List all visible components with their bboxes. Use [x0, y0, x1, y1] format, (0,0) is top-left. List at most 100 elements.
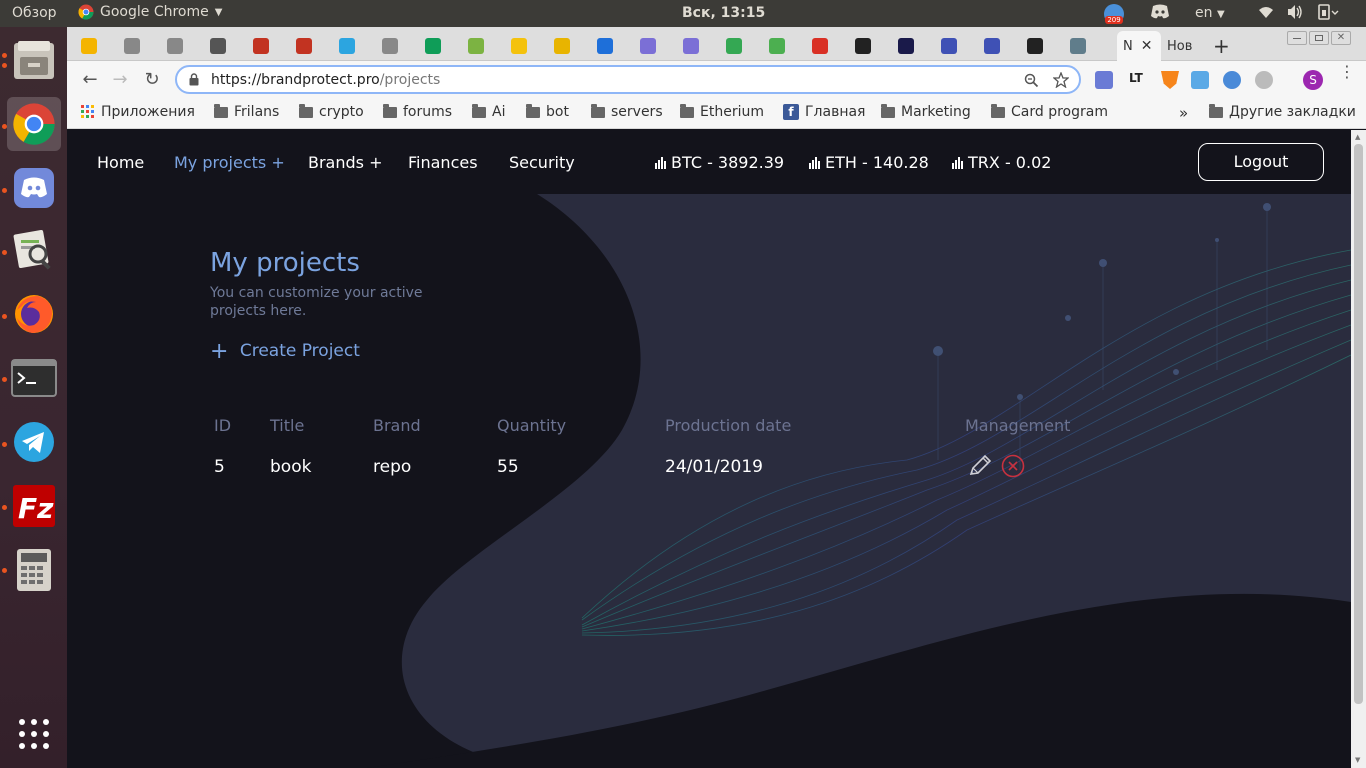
- minimize-icon[interactable]: [1287, 31, 1307, 45]
- scroll-up-icon[interactable]: ▲: [1355, 133, 1360, 141]
- bookmark-apps[interactable]: Приложения: [81, 104, 195, 120]
- telegram-icon[interactable]: [7, 415, 61, 469]
- files-icon[interactable]: [7, 33, 61, 87]
- favicon-icon: [941, 38, 957, 54]
- bookmark-folder[interactable]: crypto: [299, 103, 364, 120]
- discord-tray-icon[interactable]: [1150, 4, 1170, 24]
- tab-pinned[interactable]: [1064, 31, 1100, 61]
- tab-pinned[interactable]: [849, 31, 885, 61]
- keyboard-layout[interactable]: en ▼: [1195, 5, 1225, 21]
- toolbar: ← → ↻ https://brandprotect.pro/projects …: [67, 61, 1366, 98]
- tab-pinned[interactable]: [978, 31, 1014, 61]
- maximize-icon[interactable]: [1309, 31, 1329, 45]
- bookmark-folder[interactable]: Marketing: [881, 103, 971, 120]
- bookmark-folder[interactable]: Card program: [991, 103, 1108, 120]
- bookmark-folder[interactable]: Frilans: [214, 103, 279, 120]
- tab-pinned[interactable]: [634, 31, 670, 61]
- profile-avatar[interactable]: S: [1303, 70, 1323, 90]
- metamask-icon[interactable]: [1161, 71, 1179, 89]
- bookmark-star-icon[interactable]: [1053, 72, 1069, 88]
- nav-home[interactable]: Home: [97, 153, 144, 172]
- tab-new-tab[interactable]: Нов: [1165, 31, 1205, 61]
- filezilla-icon[interactable]: Fz: [7, 479, 61, 533]
- new-tab-icon[interactable]: +: [1213, 31, 1230, 61]
- extension-icon[interactable]: [1191, 71, 1209, 89]
- page-viewport: Home My projects + Brands + Finances Sec…: [67, 130, 1351, 768]
- discord-launcher-icon[interactable]: [7, 161, 61, 215]
- bookmark-folder[interactable]: servers: [591, 103, 663, 120]
- close-tab-icon[interactable]: ✕: [1141, 38, 1153, 54]
- tab-pinned[interactable]: [505, 31, 541, 61]
- volume-icon[interactable]: [1286, 4, 1304, 24]
- tab-pinned[interactable]: [118, 31, 154, 61]
- clock[interactable]: Вск, 13:15: [682, 5, 765, 21]
- tab-active[interactable]: N ✕: [1117, 31, 1161, 61]
- tab-pinned[interactable]: [419, 31, 455, 61]
- tab-pinned[interactable]: [75, 31, 111, 61]
- chrome-launcher-icon[interactable]: [7, 97, 61, 151]
- tab-strip: N ✕ Нов + ✕: [67, 27, 1366, 61]
- bookmark-folder[interactable]: bot: [526, 103, 569, 120]
- tab-pinned[interactable]: [204, 31, 240, 61]
- tab-pinned[interactable]: [548, 31, 584, 61]
- logout-button[interactable]: Logout: [1198, 143, 1324, 181]
- calculator-icon[interactable]: [7, 543, 61, 597]
- tab-pinned[interactable]: [677, 31, 713, 61]
- col-brand: Brand: [373, 416, 421, 435]
- page-title: My projects: [210, 248, 360, 278]
- nav-my-projects[interactable]: My projects +: [174, 153, 285, 172]
- nav-security[interactable]: Security: [509, 153, 575, 172]
- forward-icon[interactable]: →: [109, 69, 131, 91]
- translate-extension-icon[interactable]: [1095, 71, 1113, 89]
- nav-finances[interactable]: Finances: [408, 153, 478, 172]
- log-viewer-icon[interactable]: [7, 223, 61, 277]
- back-icon[interactable]: ←: [79, 69, 101, 91]
- edit-pencil-icon[interactable]: [967, 453, 993, 479]
- create-project-button[interactable]: + Create Project: [210, 339, 360, 364]
- tab-title: N: [1123, 38, 1133, 54]
- lt-extension-icon[interactable]: LT: [1129, 71, 1143, 85]
- system-menu-icon[interactable]: [1316, 4, 1340, 24]
- activities-button[interactable]: Обзор: [12, 5, 57, 21]
- tab-pinned[interactable]: [376, 31, 412, 61]
- firefox-icon[interactable]: [7, 287, 61, 341]
- lock-icon[interactable]: [189, 73, 199, 86]
- app-menu[interactable]: Google Chrome ▼: [78, 4, 222, 20]
- bookmark-folder[interactable]: Ai: [472, 103, 505, 120]
- tab-pinned[interactable]: [806, 31, 842, 61]
- bookmarks-overflow[interactable]: »: [1179, 104, 1188, 122]
- show-applications-icon[interactable]: [7, 707, 61, 761]
- tab-pinned[interactable]: [247, 31, 283, 61]
- tab-pinned[interactable]: [290, 31, 326, 61]
- delete-icon[interactable]: [1001, 454, 1025, 478]
- bookmark-folder[interactable]: Etherium: [680, 103, 764, 120]
- tab-pinned[interactable]: [462, 31, 498, 61]
- ticker-btc: BTC - 3892.39: [655, 153, 784, 172]
- nav-brands[interactable]: Brands +: [308, 153, 382, 172]
- tab-pinned[interactable]: [720, 31, 756, 61]
- tab-pinned[interactable]: [763, 31, 799, 61]
- favicon-icon: [296, 38, 312, 54]
- tab-pinned[interactable]: [892, 31, 928, 61]
- reload-icon[interactable]: ↻: [141, 69, 163, 91]
- tab-pinned[interactable]: [591, 31, 627, 61]
- zoom-icon[interactable]: [1024, 73, 1039, 88]
- page-scrollbar[interactable]: ▲ ▼: [1351, 130, 1366, 768]
- menu-icon[interactable]: ⋮: [1339, 64, 1355, 80]
- tab-pinned[interactable]: [333, 31, 369, 61]
- extension-icon[interactable]: [1255, 71, 1273, 89]
- bookmark-other[interactable]: Другие закладки: [1209, 103, 1356, 120]
- bookmark-facebook[interactable]: f Главная: [783, 104, 865, 120]
- scroll-down-icon[interactable]: ▼: [1355, 756, 1360, 764]
- close-window-icon[interactable]: ✕: [1331, 31, 1351, 45]
- tab-pinned[interactable]: [1021, 31, 1057, 61]
- notification-icon[interactable]: 209: [1104, 4, 1124, 24]
- address-bar[interactable]: https://brandprotect.pro/projects: [175, 65, 1081, 94]
- extension-icon[interactable]: [1223, 71, 1241, 89]
- bookmark-folder[interactable]: forums: [383, 103, 452, 120]
- scrollbar-thumb[interactable]: [1354, 144, 1363, 704]
- wifi-icon[interactable]: [1258, 4, 1274, 24]
- tab-pinned[interactable]: [935, 31, 971, 61]
- terminal-icon[interactable]: [7, 351, 61, 405]
- tab-pinned[interactable]: [161, 31, 197, 61]
